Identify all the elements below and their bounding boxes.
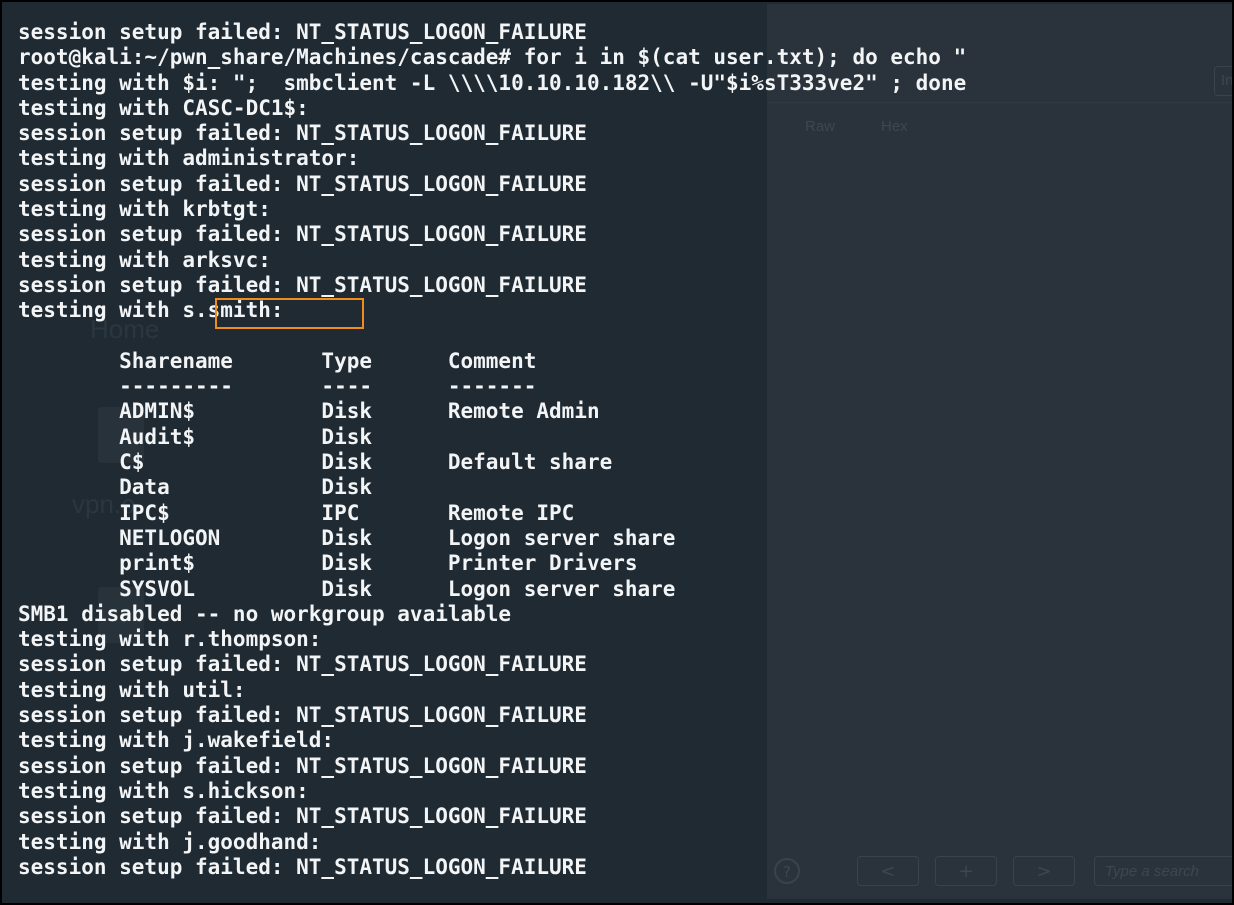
terminal-line: session setup failed: NT_STATUS_LOGON_FA… — [18, 854, 587, 879]
background-top-input[interactable]: In — [1214, 66, 1232, 96]
terminal-line-highlighted-user: testing with s.smith: — [18, 298, 284, 323]
terminal-line: testing with CASC-DC1$: — [18, 95, 309, 120]
screenshot-frame: In Raw Hex Home vpn.o ? < + > Type a sea… — [0, 0, 1234, 905]
terminal-line: session setup failed: NT_STATUS_LOGON_FA… — [18, 20, 587, 44]
share-table-row: Data Disk — [18, 475, 373, 500]
terminal-line: testing with arksvc: — [18, 247, 271, 272]
share-table-row: print$ Disk Printer Drivers — [18, 551, 638, 576]
terminal-line: testing with util: — [18, 677, 246, 702]
terminal-line: session setup failed: NT_STATUS_LOGON_FA… — [18, 272, 587, 297]
share-table-row: C$ Disk Default share — [18, 450, 613, 475]
share-table-separator: --------- ---- ------- — [18, 374, 537, 399]
highlight-box-s-smith — [215, 298, 364, 329]
share-table-row: NETLOGON Disk Logon server share — [18, 525, 676, 550]
terminal-line: session setup failed: NT_STATUS_LOGON_FA… — [18, 121, 587, 146]
terminal-line: testing with r.thompson: — [18, 627, 322, 652]
terminal-command-line: root@kali:~/pwn_share/Machines/cascade# … — [18, 45, 967, 70]
share-table-row: IPC$ IPC Remote IPC — [18, 500, 575, 525]
terminal-line: session setup failed: NT_STATUS_LOGON_FA… — [18, 222, 587, 247]
terminal-line: session setup failed: NT_STATUS_LOGON_FA… — [18, 753, 587, 778]
share-table-header: Sharename Type Comment — [18, 348, 537, 373]
next-button[interactable]: > — [1013, 856, 1075, 886]
terminal-line: session setup failed: NT_STATUS_LOGON_FA… — [18, 703, 587, 728]
terminal-line: session setup failed: NT_STATUS_LOGON_FA… — [18, 804, 587, 829]
terminal-line: session setup failed: NT_STATUS_LOGON_FA… — [18, 652, 587, 677]
terminal-line: testing with krbtgt: — [18, 197, 271, 222]
terminal-output: session setup failed: NT_STATUS_LOGON_FA… — [18, 20, 966, 880]
terminal-line: session setup failed: NT_STATUS_LOGON_FA… — [18, 171, 587, 196]
terminal-line: testing with administrator: — [18, 146, 360, 171]
terminal-line: testing with s.hickson: — [18, 778, 309, 803]
share-table-row: Audit$ Disk — [18, 424, 373, 449]
share-table-row: ADMIN$ Disk Remote Admin — [18, 399, 600, 424]
terminal-line: testing with j.wakefield: — [18, 728, 335, 753]
terminal-line: testing with j.goodhand: — [18, 829, 322, 854]
terminal-line: SMB1 disabled -- no workgroup available — [18, 601, 512, 626]
share-table-row: SYSVOL Disk Logon server share — [18, 576, 676, 601]
search-input[interactable]: Type a search — [1094, 856, 1232, 886]
terminal-command-line: testing with $i: "; smbclient -L \\\\10.… — [18, 70, 967, 95]
